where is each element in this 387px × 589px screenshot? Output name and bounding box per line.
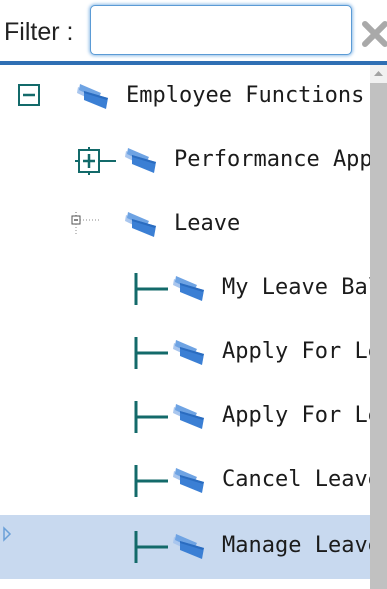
menu-tree: Employee Functions Performance Appraisa [0,65,370,589]
tree-node-apply-for-leave[interactable]: Apply For Leave [0,321,370,385]
tree-connector-icon [132,465,172,501]
scroll-up-arrow-icon[interactable] [370,65,387,82]
tree-connector-icon [132,531,172,567]
tree-node-performance-appraisal[interactable]: Performance Appraisal [0,129,370,193]
tree-node-label: Employee Functions [126,83,365,108]
tree-node-leave[interactable]: Leave [0,193,370,257]
scrollbar-thumb[interactable] [370,83,387,589]
pages-book-icon [170,273,212,307]
tree-node-label: Manage Leave [222,533,370,558]
tree-node-label: Apply For Leave [222,339,370,364]
pages-book-icon [170,401,212,435]
selection-marker-icon [2,526,12,542]
collapse-minus-icon[interactable] [18,84,40,110]
tree-connector-icon [132,401,172,437]
pages-book-icon [74,81,116,115]
tree-node-label: Performance Appraisal [174,147,370,172]
tree-node-label: My Leave Balance [222,275,370,300]
pages-book-icon [170,465,212,499]
expand-plus-icon[interactable] [74,147,118,179]
tree-connector-icon [132,273,172,309]
filter-input[interactable] [90,5,352,55]
tree-connector-icon [132,337,172,373]
pages-book-icon [170,531,212,565]
collapse-small-icon[interactable] [70,212,104,240]
tree-node-label: Apply For Leave [222,403,370,428]
filter-bar: Filter : [0,0,387,65]
filter-label: Filter : [4,18,74,46]
tree-node-manage-leave[interactable]: Manage Leave [0,515,370,579]
tree-node-label: Cancel Leave [222,467,370,492]
pages-book-icon [170,337,212,371]
pages-book-icon [122,209,164,243]
tree-node-my-leave-balance[interactable]: My Leave Balance [0,257,370,321]
tree-node-employee-functions[interactable]: Employee Functions [0,65,370,129]
pages-book-icon [122,145,164,179]
tree-node-apply-for-leave-2[interactable]: Apply For Leave [0,385,370,449]
tree-node-cancel-leave[interactable]: Cancel Leave [0,449,370,513]
vertical-scrollbar[interactable] [370,65,387,589]
tree-node-label: Leave [174,211,241,236]
clear-x-icon[interactable] [360,16,387,50]
